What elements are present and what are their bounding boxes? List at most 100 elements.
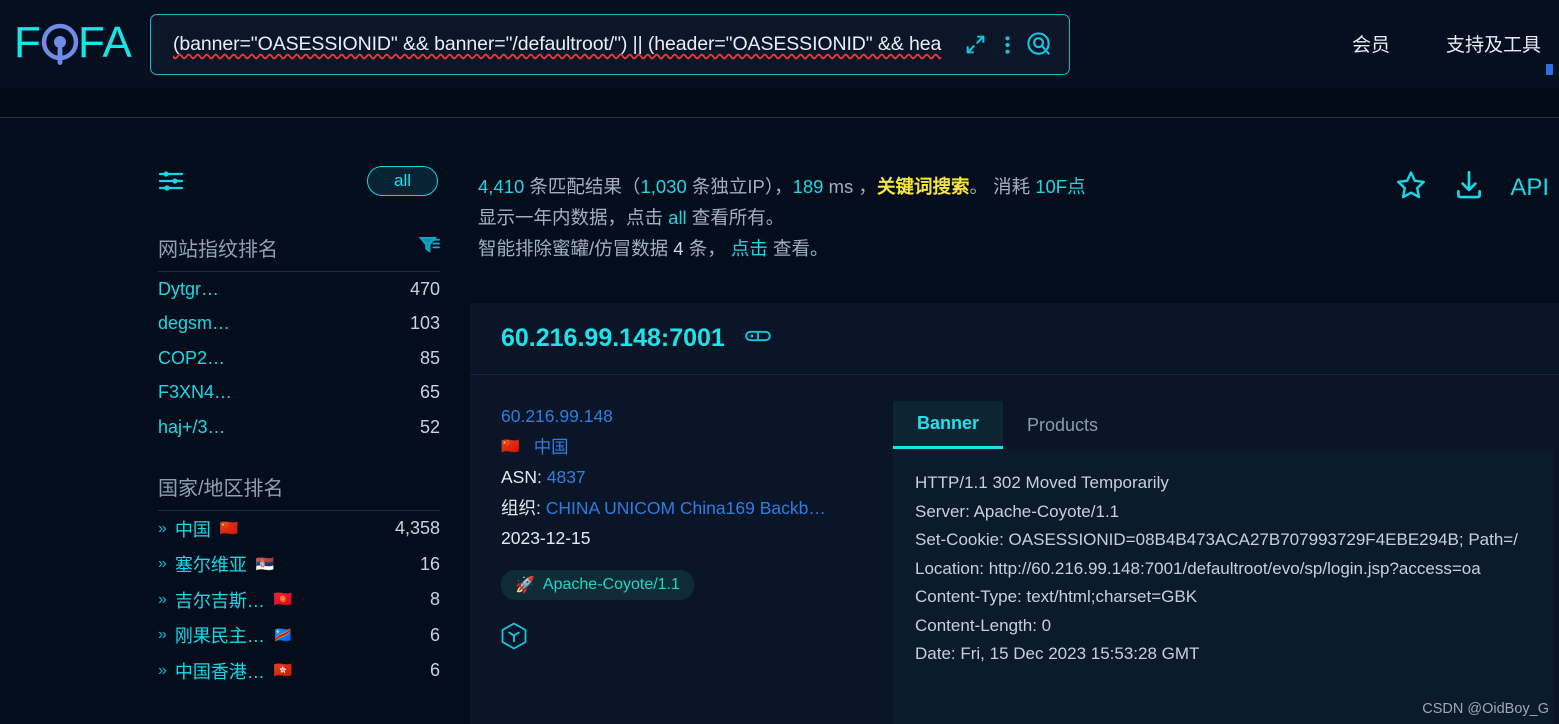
all-filter-pill[interactable]: all <box>366 166 438 196</box>
summary2-text-b: 查看所有。 <box>686 207 785 228</box>
search-query-text: (banner="OASESSIONID" && banner="/defaul… <box>173 33 942 55</box>
fingerprint-count: 52 <box>419 416 440 437</box>
country-label: 中国 <box>174 519 211 540</box>
fingerprint-count: 85 <box>419 347 440 368</box>
list-item[interactable]: » 中国 🇨🇳 4,358 <box>158 511 440 547</box>
chevron-right-icon: » <box>158 555 167 573</box>
fofa-logo-svg: F FA <box>14 18 132 67</box>
fingerprint-title: 网站指纹排名 <box>158 238 278 261</box>
asn-value[interactable]: 4837 <box>547 467 586 487</box>
results-summary: 4,410 条匹配结果（1,030 条独立IP），189 ms ，关键词搜索。 … <box>478 171 1178 264</box>
more-options-icon[interactable] <box>991 28 1023 62</box>
chevron-right-icon: » <box>158 661 167 679</box>
fingerprint-count: 470 <box>409 278 440 299</box>
product-tag[interactable]: 🚀 Apache-Coyote/1.1 <box>501 569 694 600</box>
country-count: 4,358 <box>394 518 440 539</box>
unique-ip-count: 1,030 <box>640 176 687 197</box>
expand-icon[interactable] <box>959 28 991 62</box>
org-value[interactable]: CHINA UNICOM China169 Backb… <box>546 498 826 518</box>
list-item[interactable]: Dytgr… 470 <box>158 272 440 307</box>
link-icon[interactable] <box>745 328 771 349</box>
fingerprint-count: 65 <box>419 382 440 403</box>
detail-ip[interactable]: 60.216.99.148 <box>501 406 613 426</box>
result-card-header: 60.216.99.148:7001 <box>470 303 1559 375</box>
api-link[interactable]: API <box>1510 174 1549 202</box>
fingerprint-title-row: 网站指纹排名 <box>158 230 440 264</box>
nav-item-support-tools[interactable]: 支持及工具 <box>1446 30 1541 57</box>
tab-products[interactable]: Products <box>1003 401 1122 449</box>
chevron-right-icon: » <box>158 590 167 608</box>
fingerprint-label: Dytgr… <box>158 278 220 299</box>
star-icon[interactable] <box>1394 168 1428 207</box>
fingerprint-label: haj+/3… <box>158 416 226 437</box>
product-tag-label: Apache-Coyote/1.1 <box>542 575 680 593</box>
list-item[interactable]: F3XN4… 65 <box>158 376 440 411</box>
fingerprint-list: Dytgr… 470 degsm… 103 COP2… 85 F3XN4… 65… <box>158 272 440 445</box>
search-mode-badge: 关键词搜索 <box>876 176 970 197</box>
fingerprint-filter-icon[interactable] <box>418 235 440 259</box>
list-item[interactable]: » 刚果民主… 🇨🇩 6 <box>158 618 440 654</box>
summary-text-a: 条匹配结果（ <box>524 176 641 197</box>
country-flag-icon: 🇨🇳 <box>501 437 520 455</box>
banner-line: HTTP/1.1 302 Moved Temporarily <box>915 473 1169 492</box>
fingerprint-label: COP2… <box>158 347 226 368</box>
rocket-icon: 🚀 <box>515 576 535 594</box>
chevron-right-icon: » <box>158 626 167 644</box>
country-flag-icon: 🇨🇩 <box>273 626 293 644</box>
detail-org-row: 组织: CHINA UNICOM China169 Backb… <box>501 493 866 524</box>
country-flag-icon: 🇰🇬 <box>273 591 293 609</box>
result-actions: API <box>1394 168 1549 207</box>
list-item[interactable]: degsm… 103 <box>158 307 440 342</box>
all-link[interactable]: all <box>668 207 687 228</box>
list-item[interactable]: » 中国香港… 🇭🇰 6 <box>158 653 440 689</box>
fingerprint-label: degsm… <box>158 313 231 334</box>
fingerprint-count: 103 <box>409 313 440 334</box>
asn-label: ASN: <box>501 467 542 487</box>
country-flag-icon: 🇷🇸 <box>255 555 275 573</box>
list-item[interactable]: » 塞尔维亚 🇷🇸 16 <box>158 547 440 583</box>
main-nav: 会员 支持及工具 <box>1352 30 1553 75</box>
summary-line-3: 智能排除蜜罐/仿冒数据 4 条， 点击 查看。 <box>478 233 1178 264</box>
banner-line: Date: Fri, 15 Dec 2023 15:53:28 GMT <box>915 644 1200 663</box>
search-bar-icons <box>959 28 1069 62</box>
detail-country-row: 🇨🇳 中国 <box>501 432 866 463</box>
tab-banner[interactable]: Banner <box>893 401 1004 449</box>
country-count: 8 <box>429 589 440 610</box>
search-bar[interactable]: (banner="OASESSIONID" && banner="/defaul… <box>150 14 1070 75</box>
filter-icon[interactable] <box>158 169 184 198</box>
country-label: 塞尔维亚 <box>174 555 247 576</box>
fofa-logo[interactable]: F FA <box>14 17 139 71</box>
detail-asn-row: ASN: 4837 <box>501 462 866 493</box>
nav-item-member[interactable]: 会员 <box>1352 30 1390 57</box>
cost-points: 10F点 <box>1035 176 1086 197</box>
list-item[interactable]: COP2… 85 <box>158 341 440 376</box>
honeypot-view-link[interactable]: 点击 <box>731 238 768 259</box>
chevron-right-icon: » <box>158 519 167 537</box>
country-ranking-section: 国家/地区排名 » 中国 🇨🇳 4,358 » 塞尔维亚 🇷🇸 16 » 吉尔吉… <box>158 469 440 689</box>
main-content: 4,410 条匹配结果（1,030 条独立IP），189 ms ，关键词搜索。 … <box>470 118 1559 724</box>
summary-line-1: 4,410 条匹配结果（1,030 条独立IP），189 ms ，关键词搜索。 … <box>478 171 1178 202</box>
list-item[interactable]: haj+/3… 52 <box>158 410 440 445</box>
result-ip-port[interactable]: 60.216.99.148:7001 <box>501 324 725 353</box>
banner-panel: Banner Products HTTP/1.1 302 Moved Tempo… <box>893 401 1553 724</box>
country-flag-icon: 🇨🇳 <box>219 520 239 538</box>
banner-line: Set-Cookie: OASESSIONID=08B4B473ACA27B70… <box>915 530 1518 549</box>
banner-line: Server: Apache-Coyote/1.1 <box>915 501 1120 521</box>
cube-icon[interactable] <box>501 622 866 655</box>
page-header: F FA (banner="OASESSIONID" && banner="/d… <box>0 0 1559 88</box>
query-time: 189 <box>792 176 824 197</box>
country-flag-icon: 🇭🇰 <box>273 662 293 680</box>
svg-text:FA: FA <box>78 18 132 67</box>
download-icon[interactable] <box>1452 168 1486 207</box>
detail-country[interactable]: 中国 <box>534 432 569 463</box>
banner-line: Content-Type: text/html;charset=GBK <box>915 587 1198 606</box>
search-input[interactable]: (banner="OASESSIONID" && banner="/defaul… <box>151 15 959 74</box>
banner-line: Content-Length: 0 <box>915 615 1052 635</box>
result-card-body: 60.216.99.148 🇨🇳 中国 ASN: 4837 组织: CHINA … <box>470 375 1559 724</box>
country-label: 中国香港… <box>174 661 265 682</box>
search-icon[interactable] <box>1023 28 1055 62</box>
country-count: 16 <box>419 553 440 574</box>
result-card: 60.216.99.148:7001 60.216.99.148 🇨🇳 中国 A… <box>470 303 1559 724</box>
list-item[interactable]: » 吉尔吉斯… 🇰🇬 8 <box>158 582 440 618</box>
country-label: 吉尔吉斯… <box>174 590 265 611</box>
